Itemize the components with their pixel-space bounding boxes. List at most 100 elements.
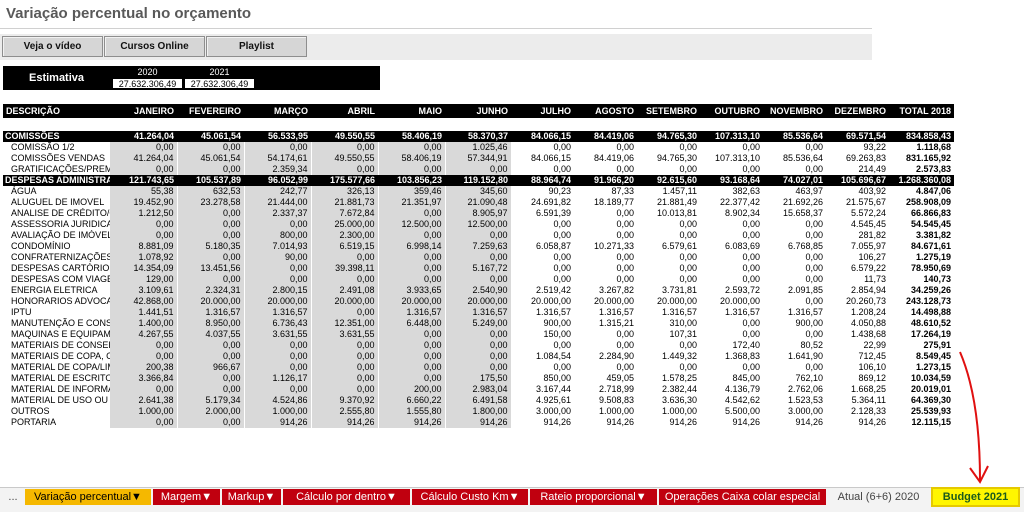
month-cell[interactable]: 0,00 bbox=[177, 164, 245, 175]
month-cell[interactable]: 0,00 bbox=[637, 362, 700, 373]
row-total-cell[interactable]: 66.866,83 bbox=[889, 208, 954, 219]
month-cell[interactable]: 459,05 bbox=[574, 373, 637, 384]
row-total-cell[interactable]: 17.264,19 bbox=[889, 329, 954, 340]
month-cell[interactable]: 0,00 bbox=[445, 230, 512, 241]
row-label[interactable]: OUTROS bbox=[3, 406, 110, 417]
row-label[interactable]: MATERIAIS DE COPA, CO bbox=[3, 351, 110, 362]
month-cell[interactable]: 21.692,26 bbox=[763, 197, 826, 208]
month-cell[interactable]: 2.091,85 bbox=[763, 285, 826, 296]
month-cell[interactable]: 0,00 bbox=[637, 263, 700, 274]
month-cell[interactable]: 6.591,39 bbox=[511, 208, 574, 219]
month-cell[interactable]: 129,00 bbox=[110, 274, 178, 285]
month-cell[interactable]: 5.364,11 bbox=[826, 395, 889, 406]
month-cell[interactable]: 55,38 bbox=[110, 186, 178, 197]
month-cell[interactable]: 20.000,00 bbox=[445, 296, 512, 307]
month-cell[interactable]: 0,00 bbox=[177, 417, 245, 428]
header-column[interactable]: MARÇO bbox=[244, 104, 311, 118]
row-label[interactable]: IPTU bbox=[3, 307, 110, 318]
month-cell[interactable]: 2.382,44 bbox=[637, 384, 700, 395]
month-cell[interactable]: 0,00 bbox=[511, 274, 574, 285]
row-total-cell[interactable]: 1.275,19 bbox=[889, 252, 954, 263]
month-cell[interactable]: 5.249,00 bbox=[445, 318, 512, 329]
month-cell[interactable]: 103.856,23 bbox=[378, 175, 445, 186]
sheet-tab[interactable]: Cálculo por dentro▼ bbox=[283, 489, 410, 505]
row-label[interactable]: MATERIAL DE USO OU C bbox=[3, 395, 110, 406]
month-cell[interactable]: 0,00 bbox=[445, 164, 512, 175]
month-cell[interactable]: 93.168,64 bbox=[700, 175, 763, 186]
month-cell[interactable]: 382,63 bbox=[700, 186, 763, 197]
month-cell[interactable]: 0,00 bbox=[511, 142, 574, 153]
month-cell[interactable]: 21.444,00 bbox=[244, 197, 312, 208]
month-cell[interactable]: 762,10 bbox=[763, 373, 826, 384]
month-cell[interactable]: 12.500,00 bbox=[445, 219, 512, 230]
row-label[interactable]: MATERIAL DE ESCRITOF bbox=[3, 373, 110, 384]
month-cell[interactable]: 5.167,72 bbox=[445, 263, 512, 274]
month-cell[interactable]: 310,00 bbox=[637, 318, 700, 329]
month-cell[interactable]: 0,00 bbox=[511, 263, 574, 274]
month-cell[interactable]: 200,00 bbox=[378, 384, 446, 395]
month-cell[interactable]: 84.419,06 bbox=[574, 153, 637, 164]
row-label[interactable]: MAQUINAS E EQUIPAM bbox=[3, 329, 110, 340]
month-cell[interactable]: 0,00 bbox=[637, 142, 700, 153]
month-cell[interactable]: 6.768,85 bbox=[763, 241, 826, 252]
month-cell[interactable]: 869,12 bbox=[826, 373, 889, 384]
month-cell[interactable]: 0,00 bbox=[445, 252, 512, 263]
month-cell[interactable]: 0,00 bbox=[378, 351, 446, 362]
month-cell[interactable]: 84.066,15 bbox=[511, 131, 574, 142]
month-cell[interactable]: 0,00 bbox=[445, 351, 512, 362]
month-cell[interactable]: 119.152,80 bbox=[445, 175, 511, 186]
month-cell[interactable]: 0,00 bbox=[378, 362, 446, 373]
month-cell[interactable]: 914,26 bbox=[826, 417, 889, 428]
month-cell[interactable]: 0,00 bbox=[378, 274, 446, 285]
month-cell[interactable]: 0,00 bbox=[110, 384, 178, 395]
month-cell[interactable]: 105.537,89 bbox=[177, 175, 244, 186]
month-cell[interactable]: 4.524,86 bbox=[244, 395, 312, 406]
month-cell[interactable]: 0,00 bbox=[511, 230, 574, 241]
month-cell[interactable]: 87,33 bbox=[574, 186, 637, 197]
month-cell[interactable]: 2.359,34 bbox=[244, 164, 312, 175]
header-description[interactable]: DESCRIÇÃO bbox=[3, 104, 110, 118]
month-cell[interactable]: 2.555,80 bbox=[311, 406, 379, 417]
estimate-value-2021[interactable]: 27.632.306,49 bbox=[184, 78, 255, 89]
month-cell[interactable]: 0,00 bbox=[311, 274, 379, 285]
month-cell[interactable]: 914,26 bbox=[511, 417, 574, 428]
row-label[interactable]: AVALIAÇÃO DE IMÓVEL bbox=[3, 230, 110, 241]
month-cell[interactable]: 0,00 bbox=[511, 219, 574, 230]
month-cell[interactable]: 0,00 bbox=[511, 164, 574, 175]
row-label[interactable]: COMISSÃO 1/2 bbox=[3, 142, 110, 153]
header-column[interactable]: MAIO bbox=[378, 104, 445, 118]
month-cell[interactable]: 8.905,97 bbox=[445, 208, 512, 219]
month-cell[interactable]: 3.631,55 bbox=[311, 329, 379, 340]
month-cell[interactable]: 2.854,94 bbox=[826, 285, 889, 296]
month-cell[interactable]: 1.400,00 bbox=[110, 318, 178, 329]
month-cell[interactable]: 20.000,00 bbox=[637, 296, 700, 307]
month-cell[interactable]: 56.533,95 bbox=[244, 131, 311, 142]
row-label[interactable]: DESPESAS CARTÓRIO bbox=[3, 263, 110, 274]
month-cell[interactable]: 0,00 bbox=[700, 164, 763, 175]
header-column[interactable]: FEVEREIRO bbox=[177, 104, 244, 118]
month-cell[interactable]: 0,00 bbox=[311, 142, 379, 153]
month-cell[interactable]: 2.983,04 bbox=[445, 384, 512, 395]
month-cell[interactable]: 20.000,00 bbox=[378, 296, 446, 307]
month-cell[interactable]: 92.615,60 bbox=[637, 175, 700, 186]
month-cell[interactable]: 1.316,57 bbox=[511, 307, 574, 318]
sheet-tab[interactable]: Atual (6+6) 2020 bbox=[828, 489, 929, 505]
month-cell[interactable]: 0,00 bbox=[511, 252, 574, 263]
month-cell[interactable]: 1.000,00 bbox=[574, 406, 637, 417]
row-label[interactable]: ALUGUEL DE IMOVEL bbox=[3, 197, 110, 208]
month-cell[interactable]: 5.500,00 bbox=[700, 406, 763, 417]
month-cell[interactable]: 3.267,82 bbox=[574, 285, 637, 296]
month-cell[interactable]: 463,97 bbox=[763, 186, 826, 197]
header-column[interactable]: SETEMBRO bbox=[637, 104, 700, 118]
month-cell[interactable]: 1.315,21 bbox=[574, 318, 637, 329]
month-cell[interactable]: 0,00 bbox=[700, 142, 763, 153]
row-total-cell[interactable]: 275,91 bbox=[889, 340, 954, 351]
month-cell[interactable]: 0,00 bbox=[700, 362, 763, 373]
month-cell[interactable]: 900,00 bbox=[763, 318, 826, 329]
month-cell[interactable]: 0,00 bbox=[763, 274, 826, 285]
month-cell[interactable]: 58.406,19 bbox=[378, 153, 446, 164]
month-cell[interactable]: 0,00 bbox=[378, 263, 446, 274]
month-cell[interactable]: 42.868,00 bbox=[110, 296, 178, 307]
month-cell[interactable]: 0,00 bbox=[574, 208, 637, 219]
month-cell[interactable]: 966,67 bbox=[177, 362, 245, 373]
